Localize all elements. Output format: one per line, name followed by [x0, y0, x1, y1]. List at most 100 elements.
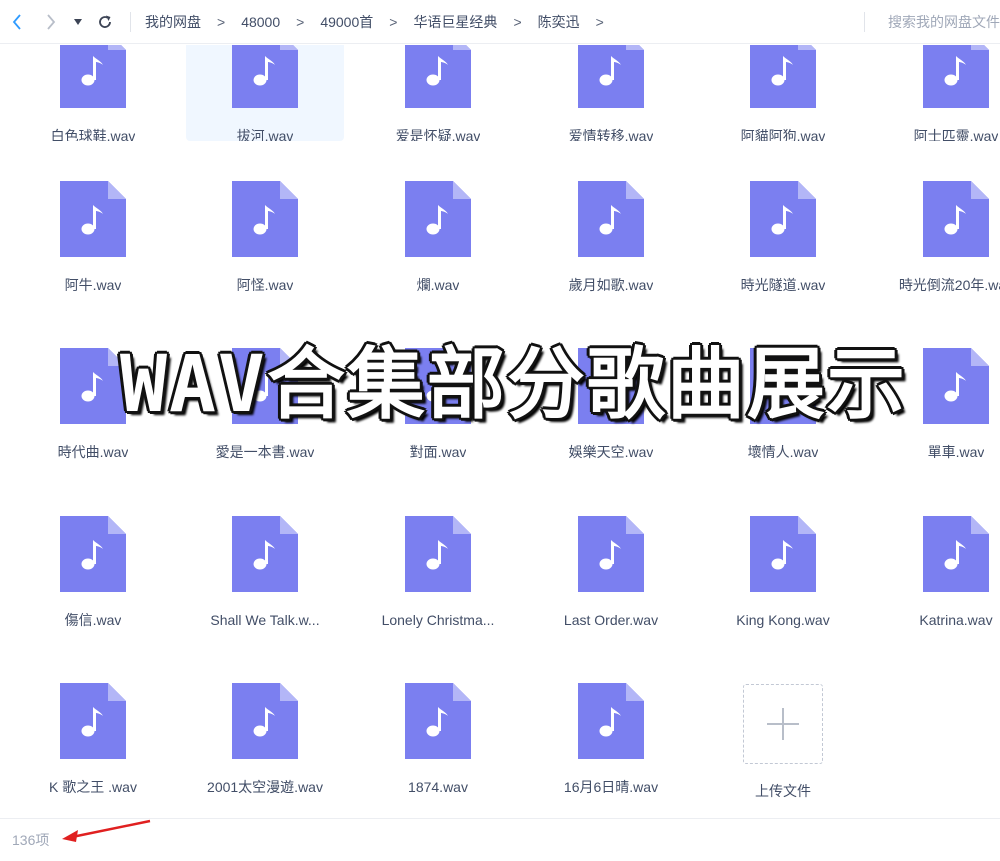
- file-name: 阿牛.wav: [64, 277, 122, 293]
- file-name: 拔河.wav: [236, 128, 294, 141]
- file-tile[interactable]: 阿貓阿狗.wav: [704, 45, 862, 141]
- toolbar: 我的网盘 > 48000 > 49000首 > 华语巨星经典 > 陈奕迅 > 搜…: [0, 0, 1000, 44]
- music-file-icon: [60, 181, 126, 257]
- file-tile[interactable]: 阿牛.wav: [14, 176, 172, 306]
- music-file-icon: [923, 181, 989, 257]
- file-tile[interactable]: 2001太空漫遊.wav: [186, 678, 344, 808]
- file-name: 愛是一本書.wav: [215, 444, 315, 460]
- music-file-icon: [60, 348, 126, 424]
- forward-button[interactable]: [34, 0, 68, 44]
- upload-file-button[interactable]: 上传文件: [704, 684, 862, 808]
- file-tile[interactable]: 爛.wav: [359, 176, 517, 306]
- refresh-icon: [99, 15, 111, 28]
- search-input[interactable]: 搜索我的网盘文件: [888, 10, 1000, 34]
- file-name: Lonely Christma...: [381, 612, 495, 628]
- file-name: Shall We Talk.w...: [210, 612, 320, 628]
- breadcrumb-item[interactable]: 华语巨星经典: [409, 12, 501, 32]
- search-divider: [864, 12, 865, 32]
- music-file-icon: [60, 516, 126, 592]
- arrow-annotation-icon: [62, 819, 151, 842]
- file-tile[interactable]: Lonely Christma...: [359, 511, 517, 641]
- breadcrumb-item[interactable]: 陈奕迅: [534, 12, 584, 32]
- file-tile[interactable]: 1874.wav: [359, 678, 517, 808]
- file-tile[interactable]: 阿士匹靈.wav: [877, 45, 1000, 141]
- file-tile[interactable]: 歲月如歌.wav: [532, 176, 690, 306]
- file-name: 2001太空漫遊.wav: [207, 779, 323, 795]
- file-name: 時光隧道.wav: [740, 277, 826, 293]
- music-file-icon: [405, 181, 471, 257]
- caret-down-icon: [74, 18, 82, 25]
- file-name: 阿怪.wav: [236, 277, 294, 293]
- file-tile[interactable]: 白色球鞋.wav: [14, 45, 172, 141]
- file-tile[interactable]: Last Order.wav: [532, 511, 690, 641]
- music-file-icon: [60, 683, 126, 759]
- breadcrumb-separator: >: [217, 13, 226, 30]
- file-tile[interactable]: 16月6日晴.wav: [532, 678, 690, 808]
- item-count: 136项: [12, 832, 50, 848]
- music-file-icon: [578, 45, 644, 108]
- file-tile[interactable]: 時光倒流20年.wav: [877, 176, 1000, 306]
- file-tile[interactable]: Shall We Talk.w...: [186, 511, 344, 641]
- file-name: 時光倒流20年.wav: [898, 277, 1000, 293]
- music-file-icon: [750, 181, 816, 257]
- music-file-icon: [923, 45, 989, 108]
- file-name: Katrina.wav: [919, 612, 993, 628]
- music-file-icon: [923, 516, 989, 592]
- file-name: 傷信.wav: [64, 612, 122, 628]
- file-tile[interactable]: Katrina.wav: [877, 511, 1000, 641]
- file-name: K 歌之王 .wav: [49, 779, 137, 795]
- file-tile[interactable]: 阿怪.wav: [186, 176, 344, 306]
- music-file-icon: [923, 348, 989, 424]
- file-tile[interactable]: 時光隧道.wav: [704, 176, 862, 306]
- breadcrumb-item[interactable]: 49000首: [316, 12, 377, 32]
- breadcrumb-item[interactable]: 我的网盘: [141, 12, 205, 32]
- music-file-icon: [232, 45, 298, 108]
- file-name: King Kong.wav: [736, 612, 830, 628]
- file-tile[interactable]: 爱是怀疑.wav: [359, 45, 517, 141]
- file-name: 阿貓阿狗.wav: [740, 128, 826, 141]
- file-tile[interactable]: King Kong.wav: [704, 511, 862, 641]
- breadcrumb-separator: >: [595, 13, 604, 30]
- file-name: 時代曲.wav: [57, 444, 129, 460]
- file-name: 歲月如歌.wav: [568, 277, 654, 293]
- file-name: 娛樂天空.wav: [568, 444, 654, 460]
- file-tile[interactable]: K 歌之王 .wav: [14, 678, 172, 808]
- music-file-icon: [405, 516, 471, 592]
- file-name: 爱情转移.wav: [568, 128, 654, 141]
- music-file-icon: [232, 683, 298, 759]
- file-tile[interactable]: 傷信.wav: [14, 511, 172, 641]
- music-file-icon: [578, 516, 644, 592]
- file-tile[interactable]: 爱情转移.wav: [532, 45, 690, 141]
- plus-icon: [743, 684, 823, 764]
- upload-label: 上传文件: [755, 783, 811, 799]
- toolbar-divider: [130, 11, 131, 32]
- file-name: 爱是怀疑.wav: [395, 128, 481, 141]
- breadcrumb-separator: >: [296, 13, 305, 30]
- file-name: 壞情人.wav: [747, 444, 819, 460]
- breadcrumb: 我的网盘 > 48000 > 49000首 > 华语巨星经典 > 陈奕迅 >: [141, 12, 616, 32]
- music-file-icon: [232, 516, 298, 592]
- breadcrumb-item[interactable]: 48000: [237, 14, 284, 30]
- breadcrumb-separator: >: [513, 13, 522, 30]
- breadcrumb-separator: >: [389, 13, 398, 30]
- file-grid: 白色球鞋.wav 拔河.wav 爱是怀疑.wav 爱情转移.wav 阿貓阿狗.wav 阿士…: [0, 45, 1000, 818]
- chevron-left-icon: [12, 13, 21, 30]
- refresh-button[interactable]: [88, 0, 122, 44]
- music-file-icon: [578, 181, 644, 257]
- file-name: 爛.wav: [416, 277, 460, 293]
- music-file-icon: [60, 45, 126, 108]
- file-name: 白色球鞋.wav: [50, 128, 136, 141]
- history-dropdown-button[interactable]: [68, 0, 88, 44]
- back-button[interactable]: [0, 0, 34, 44]
- music-file-icon: [405, 45, 471, 108]
- music-file-icon: [232, 181, 298, 257]
- music-file-icon: [405, 683, 471, 759]
- chevron-right-icon: [47, 13, 56, 30]
- music-file-icon: [750, 516, 816, 592]
- file-name: 1874.wav: [408, 779, 468, 795]
- file-name: Last Order.wav: [563, 612, 659, 628]
- file-name: 16月6日晴.wav: [563, 779, 659, 795]
- music-file-icon: [750, 45, 816, 108]
- file-name: 阿士匹靈.wav: [913, 128, 999, 141]
- file-tile[interactable]: 拔河.wav: [186, 45, 344, 141]
